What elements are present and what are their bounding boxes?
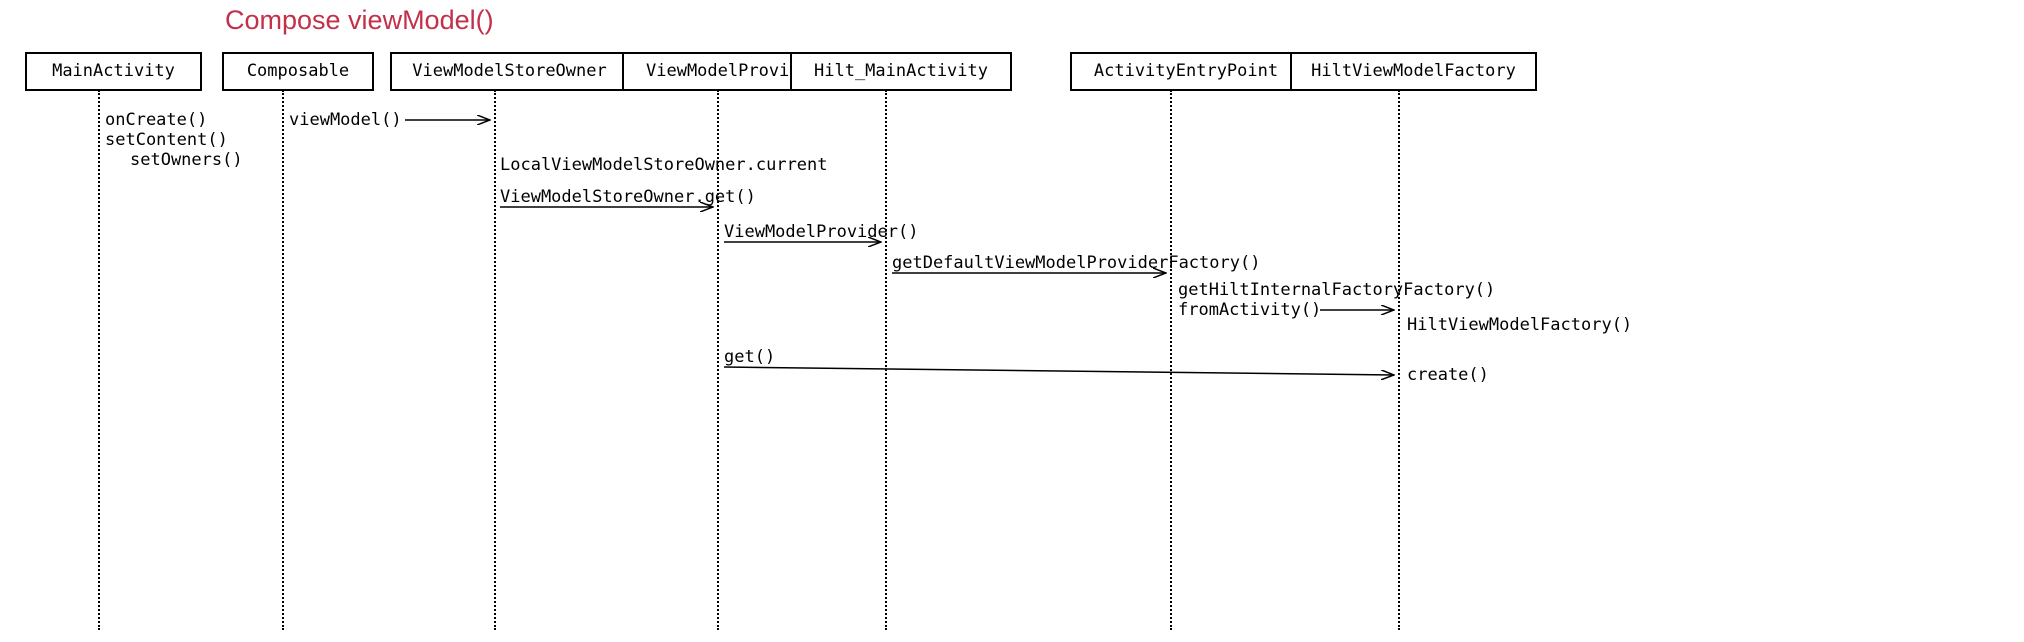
msg-setowners: setOwners() [130, 150, 243, 170]
msg-storeget: ViewModelStoreOwner.get() [500, 187, 756, 207]
actor-label: Hilt_MainActivity [814, 61, 988, 81]
actor-label: Composable [247, 61, 349, 81]
msg-provctor: ViewModelProvider() [724, 222, 918, 242]
lifeline-main-activity [98, 90, 100, 630]
lifeline-composable [282, 90, 284, 630]
lifeline-hilt-viewmodel-factory [1398, 90, 1400, 630]
actor-label: ViewModelStoreOwner [412, 61, 606, 81]
diagram-title: Compose viewModel() [225, 5, 494, 36]
actor-composable: Composable [222, 52, 374, 91]
lifeline-viewmodel-store-owner [494, 90, 496, 630]
msg-setcontent: setContent() [105, 130, 228, 150]
msg-localowner: LocalViewModelStoreOwner.current [500, 155, 828, 175]
msg-hvmfctor: HiltViewModelFactory() [1407, 315, 1632, 335]
actor-activity-entry-point: ActivityEntryPoint [1070, 52, 1302, 91]
msg-viewmodel: viewModel() [289, 110, 402, 130]
sequence-arrows [0, 0, 2024, 642]
msg-fromactivity: fromActivity() [1178, 300, 1321, 320]
lifeline-activity-entry-point [1170, 90, 1172, 630]
actor-hilt-main-activity: Hilt_MainActivity [790, 52, 1012, 91]
msg-getdefault: getDefaultViewModelProviderFactory() [892, 253, 1260, 273]
actor-hilt-viewmodel-factory: HiltViewModelFactory [1290, 52, 1537, 91]
msg-create: create() [1407, 365, 1489, 385]
actor-label: ActivityEntryPoint [1094, 61, 1278, 81]
lifeline-hilt-main-activity [885, 90, 887, 630]
msg-get: get() [724, 347, 775, 367]
msg-oncreate: onCreate() [105, 110, 207, 130]
actor-label: MainActivity [52, 61, 175, 81]
actor-label: HiltViewModelFactory [1311, 61, 1516, 81]
actor-main-activity: MainActivity [25, 52, 202, 91]
actor-viewmodel-store-owner: ViewModelStoreOwner [390, 52, 629, 91]
msg-gethiltinternal: getHiltInternalFactoryFactory() [1178, 280, 1495, 300]
